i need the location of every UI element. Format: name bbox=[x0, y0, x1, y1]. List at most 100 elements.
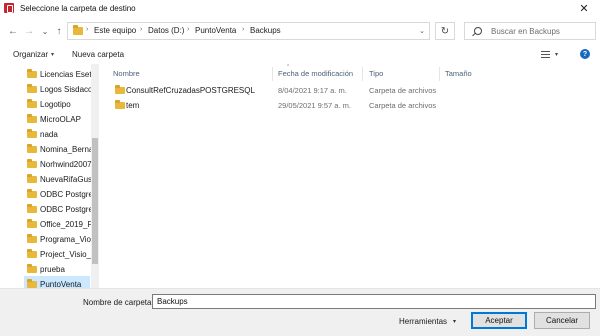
folder-icon bbox=[115, 100, 125, 109]
breadcrumb-separator[interactable]: › bbox=[242, 26, 244, 33]
title-bar: Seleccione la carpeta de destino ✕ bbox=[0, 0, 600, 17]
sidebar-item[interactable]: ODBC Postgre bbox=[25, 201, 91, 217]
sidebar-item[interactable]: Project_Visio_2 bbox=[25, 246, 91, 262]
folder-icon bbox=[27, 249, 37, 258]
file-name: tem bbox=[126, 101, 140, 110]
sidebar-item[interactable]: Nomina_Berna bbox=[25, 141, 91, 157]
sidebar-item-label: Programa_Viol bbox=[40, 235, 91, 244]
sidebar-item-label: Logotipo bbox=[40, 100, 71, 109]
sidebar-item-label: Office_2019_Fu bbox=[40, 220, 91, 229]
address-bar[interactable]: › Este equipo › Datos (D:) › PuntoVenta … bbox=[67, 22, 430, 40]
file-row[interactable]: tem 29/05/2021 9:57 a. m. Carpeta de arc… bbox=[110, 98, 594, 113]
column-header-type[interactable]: Tipo bbox=[369, 69, 383, 78]
recent-locations-icon[interactable]: ⌄ bbox=[38, 23, 52, 39]
sidebar-item[interactable]: Logotipo bbox=[25, 96, 90, 112]
organize-button[interactable]: Organizar bbox=[13, 50, 48, 59]
search-input[interactable] bbox=[491, 23, 595, 39]
breadcrumb-separator: › bbox=[86, 26, 89, 33]
folder-icon bbox=[27, 204, 37, 213]
command-bar: Organizar ▾ Nueva carpeta ▾ ? bbox=[0, 46, 600, 62]
folder-icon bbox=[27, 84, 37, 93]
breadcrumb-separator[interactable]: › bbox=[187, 26, 189, 33]
file-type: Carpeta de archivos bbox=[369, 86, 437, 95]
accept-button[interactable]: Aceptar bbox=[471, 312, 527, 329]
sidebar-item-label: prueba bbox=[40, 265, 65, 274]
sidebar-item[interactable]: ODBC Postgre bbox=[25, 186, 91, 202]
sidebar-item[interactable]: MicroOLAP bbox=[25, 111, 90, 127]
search-box[interactable] bbox=[464, 22, 596, 40]
cancel-button[interactable]: Cancelar bbox=[534, 312, 590, 329]
breadcrumb-datos[interactable]: Datos (D:) bbox=[148, 26, 184, 35]
help-icon[interactable]: ? bbox=[580, 49, 590, 59]
sidebar-item[interactable]: Logos Sisdacol bbox=[25, 81, 91, 97]
sidebar-item-label: Logos Sisdacol bbox=[40, 85, 91, 94]
folder-icon bbox=[27, 129, 37, 138]
window-title: Seleccione la carpeta de destino bbox=[20, 4, 136, 13]
folder-icon bbox=[27, 114, 37, 123]
column-separator[interactable] bbox=[272, 67, 273, 81]
sidebar-item[interactable]: Licencias Eset bbox=[25, 66, 91, 82]
sidebar-item[interactable]: Office_2019_Fu bbox=[25, 216, 91, 232]
address-dropdown-icon[interactable]: ⌄ bbox=[414, 22, 430, 40]
file-row[interactable]: ConsultRefCruzadasPOSTGRESQL 8/04/2021 9… bbox=[110, 83, 594, 98]
tools-button[interactable]: Herramientas bbox=[399, 317, 447, 326]
forward-arrow-icon[interactable]: → bbox=[22, 23, 36, 39]
organize-dropdown-icon[interactable]: ▾ bbox=[51, 51, 54, 58]
view-options-icon[interactable] bbox=[541, 51, 550, 58]
navigation-pane: Licencias Eset Logos Sisdacol Logotipo M… bbox=[0, 64, 100, 288]
view-dropdown-icon[interactable]: ▾ bbox=[555, 51, 558, 58]
sidebar-item-label: Licencias Eset bbox=[40, 70, 91, 79]
sidebar-item-label: ODBC Postgre bbox=[40, 190, 91, 199]
sidebar-scrollbar-thumb[interactable] bbox=[92, 138, 98, 264]
file-type: Carpeta de archivos bbox=[369, 101, 437, 110]
file-date: 8/04/2021 9:17 a. m. bbox=[278, 86, 347, 95]
sidebar-item[interactable]: Programa_Viol bbox=[25, 231, 91, 247]
sidebar-item-label: Norhwind2007 bbox=[40, 160, 91, 169]
folder-icon bbox=[73, 25, 83, 35]
sidebar-item[interactable]: prueba bbox=[25, 261, 90, 277]
file-date: 29/05/2021 9:57 a. m. bbox=[278, 101, 351, 110]
folder-icon bbox=[27, 144, 37, 153]
folder-icon bbox=[27, 189, 37, 198]
column-separator[interactable] bbox=[439, 67, 440, 81]
sidebar-item-label: nada bbox=[40, 130, 58, 139]
sidebar-item-label: ODBC Postgre bbox=[40, 205, 91, 214]
folder-icon bbox=[27, 159, 37, 168]
new-folder-button[interactable]: Nueva carpeta bbox=[72, 50, 124, 59]
folder-icon bbox=[27, 234, 37, 243]
file-list: ^ Nombre Fecha de modificación Tipo Tama… bbox=[104, 64, 600, 288]
sidebar-item-label: Nomina_Berna bbox=[40, 145, 91, 154]
column-header-size[interactable]: Tamaño bbox=[445, 69, 472, 78]
sidebar-item-label: Project_Visio_2 bbox=[40, 250, 91, 259]
search-icon bbox=[474, 27, 482, 35]
close-icon[interactable]: ✕ bbox=[572, 1, 596, 16]
column-header-name[interactable]: Nombre bbox=[113, 69, 140, 78]
dialog-footer: Nombre de carpeta: Herramientas ▾ Acepta… bbox=[0, 289, 600, 336]
up-arrow-icon[interactable]: ↑ bbox=[52, 23, 66, 39]
folder-icon bbox=[27, 99, 37, 108]
sidebar-item[interactable]: nada bbox=[25, 126, 90, 142]
folder-icon bbox=[27, 219, 37, 228]
folder-name-input[interactable] bbox=[152, 294, 596, 309]
breadcrumb-separator[interactable]: › bbox=[140, 26, 142, 33]
breadcrumb-este-equipo[interactable]: Este equipo bbox=[94, 26, 136, 35]
sidebar-item-label: NuevaRifaGust bbox=[40, 175, 91, 184]
folder-icon bbox=[27, 279, 37, 288]
breadcrumb-backups[interactable]: Backups bbox=[250, 26, 281, 35]
folder-icon bbox=[115, 85, 125, 94]
folder-icon bbox=[27, 264, 37, 273]
sidebar-item[interactable]: Norhwind2007 bbox=[25, 156, 91, 172]
refresh-icon[interactable]: ↻ bbox=[435, 22, 455, 40]
app-icon bbox=[4, 3, 14, 13]
folder-icon bbox=[27, 174, 37, 183]
sidebar-item[interactable]: NuevaRifaGust bbox=[25, 171, 91, 187]
breadcrumb-puntoventa[interactable]: PuntoVenta bbox=[195, 26, 236, 35]
column-separator[interactable] bbox=[362, 67, 363, 81]
back-arrow-icon[interactable]: ← bbox=[6, 23, 20, 39]
sidebar-item-puntoventa[interactable]: PuntoVenta bbox=[24, 276, 90, 288]
file-name: ConsultRefCruzadasPOSTGRESQL bbox=[126, 86, 255, 95]
column-header-date[interactable]: Fecha de modificación bbox=[278, 69, 353, 78]
tools-dropdown-icon[interactable]: ▾ bbox=[453, 318, 456, 325]
sidebar-item-label: PuntoVenta bbox=[40, 280, 82, 288]
folder-name-label: Nombre de carpeta: bbox=[83, 298, 154, 307]
